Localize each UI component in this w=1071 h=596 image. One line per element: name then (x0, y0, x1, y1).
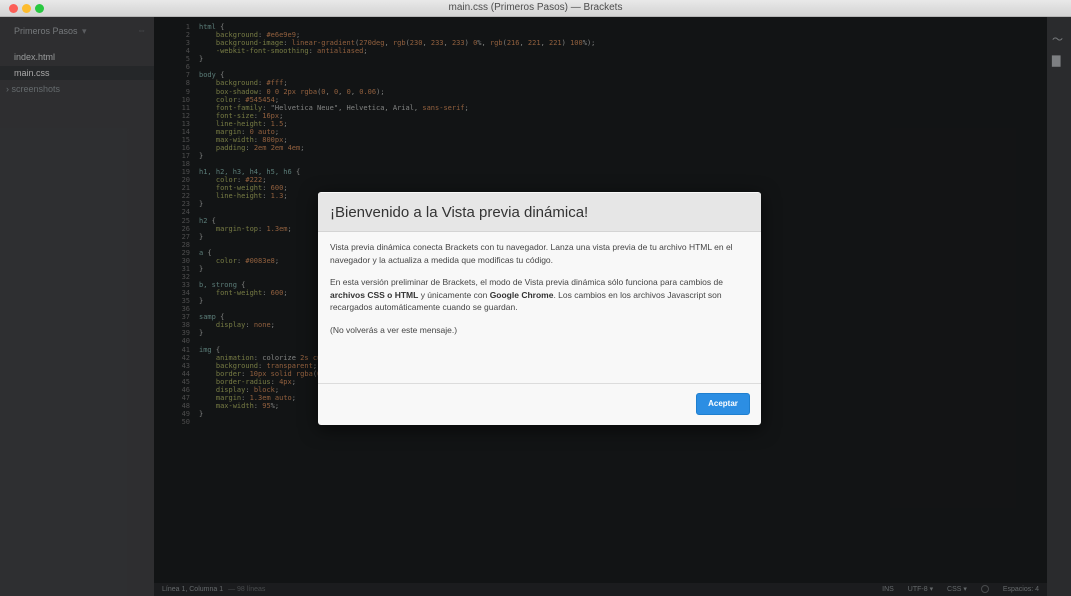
dialog-footer: Aceptar (318, 383, 761, 425)
live-preview-welcome-dialog: ¡Bienvenido a la Vista previa dinámica! … (318, 192, 761, 425)
dialog-paragraph-notice: (No volverás a ver este mensaje.) (330, 324, 458, 335)
accept-button[interactable]: Aceptar (696, 393, 750, 415)
dialog-title: ¡Bienvenido a la Vista previa dinámica! (330, 204, 589, 221)
title-bar: main.css (Primeros Pasos) — Brackets (0, 0, 1071, 17)
dialog-body: Vista previa dinámica conecta Brackets c… (318, 232, 761, 384)
dialog-header: ¡Bienvenido a la Vista previa dinámica! (318, 193, 761, 232)
window-title: main.css (Primeros Pasos) — Brackets (448, 2, 623, 13)
dialog-paragraph-preview-info: En esta versión preliminar de Brackets, … (330, 277, 723, 312)
dialog-paragraph-intro: Vista previa dinámica conecta Brackets c… (330, 242, 733, 265)
